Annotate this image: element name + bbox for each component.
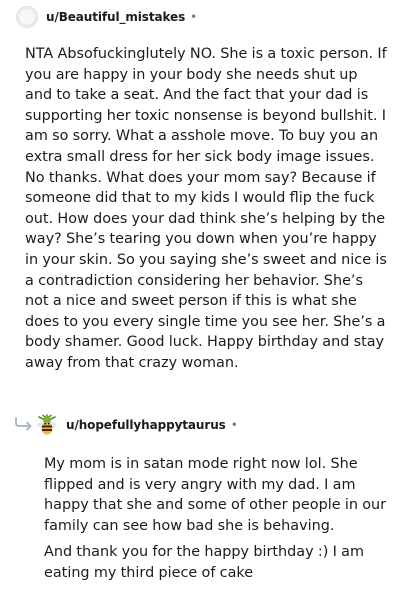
comment-body: NTA Absofuckinglutely NO. She is a toxic… — [25, 44, 387, 380]
bee-avatar-icon[interactable] — [36, 414, 58, 436]
separator-dot: • — [190, 10, 198, 24]
comment-text: NTA Absofuckinglutely NO. She is a toxic… — [25, 46, 387, 371]
reply-header: u/hopefullyhappytaurus • — [16, 412, 238, 438]
comment-username[interactable]: u/Beautiful_mistakes — [46, 10, 185, 24]
reply-body: My mom is in satan mode right now lol. S… — [44, 454, 389, 590]
comment-header: u/Beautiful_mistakes • — [16, 4, 197, 30]
reply-username[interactable]: u/hopefullyhappytaurus — [66, 418, 226, 432]
separator-dot: • — [230, 418, 238, 432]
default-avatar-icon[interactable] — [16, 6, 38, 28]
reply-paragraph: My mom is in satan mode right now lol. S… — [44, 456, 387, 534]
reply-paragraph: And thank you for the happy birthday :) … — [44, 544, 365, 581]
